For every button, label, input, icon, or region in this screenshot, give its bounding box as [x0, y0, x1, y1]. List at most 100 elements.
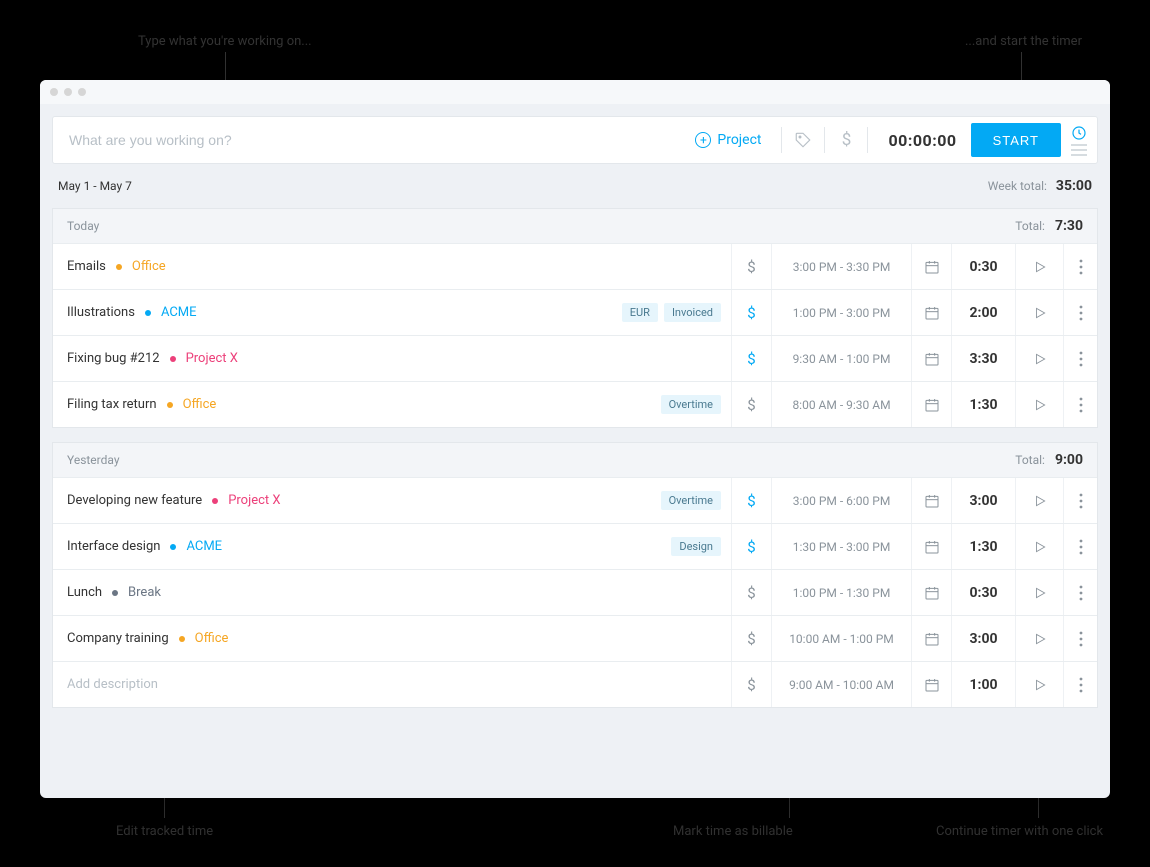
- entry-menu-icon[interactable]: [1063, 662, 1097, 707]
- project-name: Office: [195, 631, 229, 646]
- billable-toggle[interactable]: $: [731, 524, 771, 569]
- timer-display: 00:00:00: [874, 131, 970, 150]
- entry-description-area[interactable]: Fixing bug #212Project X: [53, 336, 731, 381]
- time-entry[interactable]: IllustrationsACMEEUR Invoiced $1:00 PM - 3…: [53, 289, 1097, 335]
- billable-toggle[interactable]: $: [731, 570, 771, 615]
- entry-menu-icon[interactable]: [1063, 290, 1097, 335]
- entry-description: Illustrations: [67, 305, 135, 320]
- tag-icon[interactable]: [788, 131, 818, 149]
- continue-button[interactable]: [1015, 382, 1063, 427]
- billable-toggle[interactable]: $: [731, 662, 771, 707]
- duration[interactable]: 3:00: [951, 478, 1015, 523]
- time-entry[interactable]: Company trainingOffice$10:00 AM - 1:00 P…: [53, 615, 1097, 661]
- calendar-icon[interactable]: [911, 570, 951, 615]
- window-control-dot[interactable]: [78, 88, 86, 96]
- project-name: Office: [132, 259, 166, 274]
- duration[interactable]: 0:30: [951, 570, 1015, 615]
- continue-button[interactable]: [1015, 662, 1063, 707]
- window-control-dot[interactable]: [64, 88, 72, 96]
- annotation-mark-billable: Mark time as billable: [673, 824, 793, 839]
- continue-button[interactable]: [1015, 478, 1063, 523]
- continue-button[interactable]: [1015, 524, 1063, 569]
- entry-description-area[interactable]: Developing new featureProject X: [53, 478, 661, 523]
- entry-description-area[interactable]: Company trainingOffice: [53, 616, 731, 661]
- start-button[interactable]: START: [971, 123, 1061, 157]
- entry-tags: Overtime: [661, 478, 731, 523]
- billable-icon[interactable]: $: [831, 130, 861, 150]
- time-range[interactable]: 10:00 AM - 1:00 PM: [771, 616, 911, 661]
- duration[interactable]: 1:30: [951, 382, 1015, 427]
- entry-description-area[interactable]: LunchBreak: [53, 570, 731, 615]
- duration[interactable]: 2:00: [951, 290, 1015, 335]
- entry-menu-icon[interactable]: [1063, 570, 1097, 615]
- time-range[interactable]: 9:00 AM - 10:00 AM: [771, 662, 911, 707]
- entry-description-area[interactable]: EmailsOffice: [53, 244, 731, 289]
- entry-menu-icon[interactable]: [1063, 616, 1097, 661]
- tag-pill[interactable]: Invoiced: [664, 303, 721, 322]
- time-entry[interactable]: LunchBreak$1:00 PM - 1:30 PM 0:30: [53, 569, 1097, 615]
- duration[interactable]: 1:00: [951, 662, 1015, 707]
- calendar-icon[interactable]: [911, 478, 951, 523]
- time-range[interactable]: 1:30 PM - 3:00 PM: [771, 524, 911, 569]
- entry-tags: EUR Invoiced: [622, 290, 731, 335]
- time-range[interactable]: 3:00 PM - 6:00 PM: [771, 478, 911, 523]
- billable-toggle[interactable]: $: [731, 336, 771, 381]
- tag-pill[interactable]: Overtime: [661, 491, 721, 510]
- calendar-icon[interactable]: [911, 382, 951, 427]
- entry-description-area[interactable]: Interface designACME: [53, 524, 671, 569]
- tag-pill[interactable]: Overtime: [661, 395, 721, 414]
- tag-pill[interactable]: EUR: [622, 303, 658, 322]
- time-range[interactable]: 8:00 AM - 9:30 AM: [771, 382, 911, 427]
- window-control-dot[interactable]: [50, 88, 58, 96]
- entry-menu-icon[interactable]: [1063, 336, 1097, 381]
- entry-description-area[interactable]: Filing tax returnOffice: [53, 382, 661, 427]
- continue-button[interactable]: [1015, 336, 1063, 381]
- billable-toggle[interactable]: $: [731, 478, 771, 523]
- duration[interactable]: 0:30: [951, 244, 1015, 289]
- entry-description-area[interactable]: Add description: [53, 662, 731, 707]
- duration[interactable]: 3:30: [951, 336, 1015, 381]
- duration[interactable]: 1:30: [951, 524, 1015, 569]
- project-name: Office: [183, 397, 217, 412]
- duration[interactable]: 3:00: [951, 616, 1015, 661]
- time-entry[interactable]: EmailsOffice$3:00 PM - 3:30 PM 0:30: [53, 243, 1097, 289]
- mode-toggle[interactable]: [1061, 125, 1089, 156]
- app-window: + Project $ 00:00:00 START May 1 - May 7…: [40, 80, 1110, 798]
- continue-button[interactable]: [1015, 570, 1063, 615]
- annotation-continue-timer: Continue timer with one click: [936, 824, 1103, 839]
- time-entry[interactable]: Add description$9:00 AM - 10:00 AM 1:00: [53, 661, 1097, 707]
- calendar-icon[interactable]: [911, 290, 951, 335]
- billable-toggle[interactable]: $: [731, 382, 771, 427]
- time-entry[interactable]: Filing tax returnOfficeOvertime $8:00 AM …: [53, 381, 1097, 427]
- project-dot-icon: [167, 402, 173, 408]
- billable-toggle[interactable]: $: [731, 244, 771, 289]
- entry-description-area[interactable]: IllustrationsACME: [53, 290, 622, 335]
- time-entry[interactable]: Fixing bug #212Project X$9:30 AM - 1:00 …: [53, 335, 1097, 381]
- day-header: YesterdayTotal:9:00: [53, 443, 1097, 477]
- tag-pill[interactable]: Design: [671, 537, 721, 556]
- entry-menu-icon[interactable]: [1063, 478, 1097, 523]
- project-button[interactable]: + Project: [681, 132, 775, 148]
- billable-toggle[interactable]: $: [731, 616, 771, 661]
- annotation-edit-tracked: Edit tracked time: [116, 824, 213, 839]
- time-range[interactable]: 1:00 PM - 1:30 PM: [771, 570, 911, 615]
- entry-menu-icon[interactable]: [1063, 524, 1097, 569]
- entry-menu-icon[interactable]: [1063, 244, 1097, 289]
- time-range[interactable]: 3:00 PM - 3:30 PM: [771, 244, 911, 289]
- continue-button[interactable]: [1015, 244, 1063, 289]
- time-range[interactable]: 1:00 PM - 3:00 PM: [771, 290, 911, 335]
- calendar-icon[interactable]: [911, 616, 951, 661]
- time-entry[interactable]: Interface designACMEDesign $1:30 PM - 3:0…: [53, 523, 1097, 569]
- calendar-icon[interactable]: [911, 244, 951, 289]
- time-entry[interactable]: Developing new featureProject XOvertime $…: [53, 477, 1097, 523]
- billable-toggle[interactable]: $: [731, 290, 771, 335]
- calendar-icon[interactable]: [911, 336, 951, 381]
- working-on-input[interactable]: [53, 132, 681, 148]
- calendar-icon[interactable]: [911, 662, 951, 707]
- calendar-icon[interactable]: [911, 524, 951, 569]
- continue-button[interactable]: [1015, 616, 1063, 661]
- day-total-value: 7:30: [1055, 218, 1083, 234]
- time-range[interactable]: 9:30 AM - 1:00 PM: [771, 336, 911, 381]
- entry-menu-icon[interactable]: [1063, 382, 1097, 427]
- continue-button[interactable]: [1015, 290, 1063, 335]
